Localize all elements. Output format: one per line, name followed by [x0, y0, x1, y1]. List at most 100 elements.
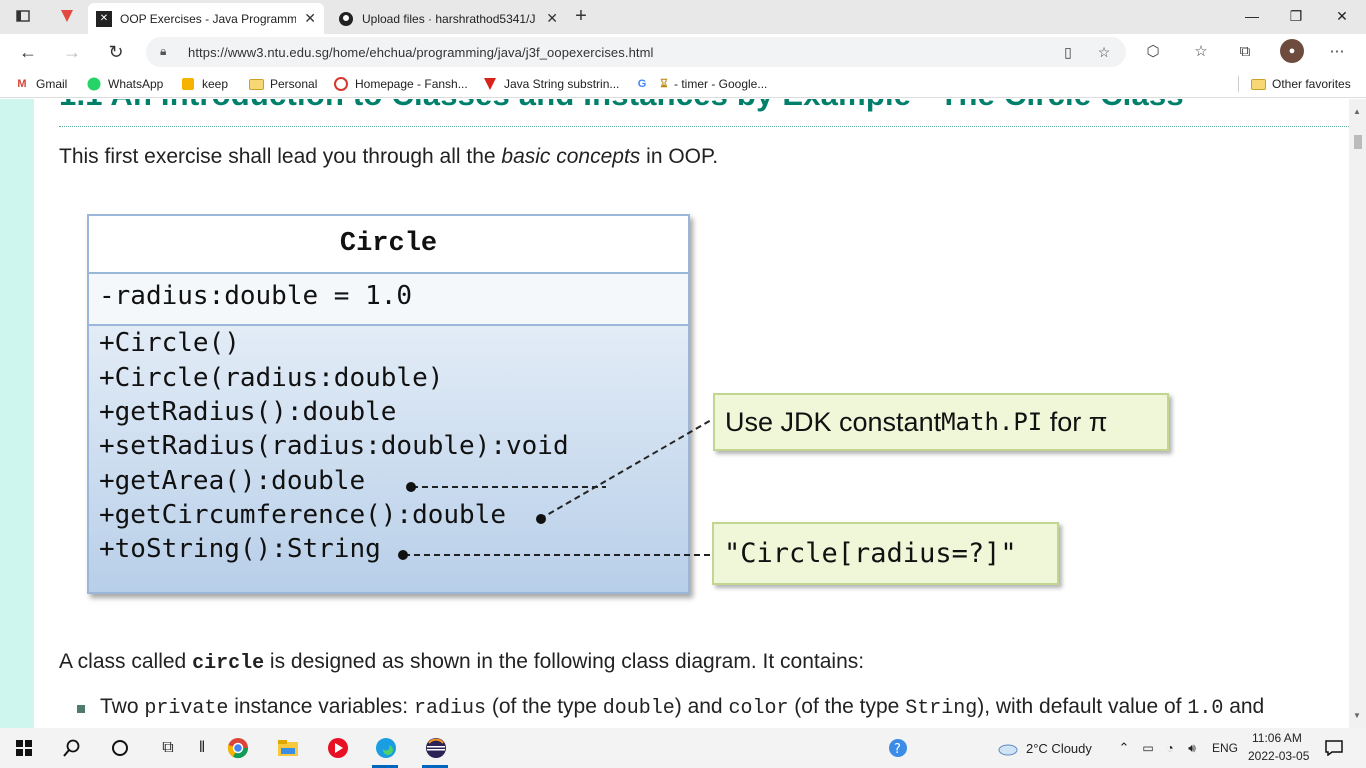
show-hidden-icons-icon[interactable]: ⌃ [1112, 736, 1136, 760]
bookmark-label: Personal [270, 77, 318, 91]
close-tab-icon[interactable]: ✕ [304, 10, 316, 27]
lock-icon[interactable]: 🔒︎ [160, 44, 166, 59]
back-icon[interactable]: ← [16, 40, 40, 64]
bookmarks-bar: M Gmail WhatsApp keep Personal Homepage … [0, 70, 1366, 98]
edge-icon[interactable] [374, 736, 398, 760]
file-explorer-icon[interactable] [276, 736, 300, 760]
note-text: Use JDK constant [725, 406, 942, 437]
windows-taskbar: ⧉ ‖ ? 2°C Cloudy ⌃ ▭ ◔ 🔊︎ ENG 11:06 AM 2… [0, 728, 1366, 768]
bookmark-label: WhatsApp [108, 77, 164, 91]
minimize-icon[interactable]: — [1242, 6, 1262, 26]
close-tab-icon[interactable]: ✕ [546, 10, 558, 27]
tab-strip: ✕ OOP Exercises - Java Programmi ✕ Uploa… [0, 0, 1366, 34]
para-text-end: is designed as shown in the following cl… [264, 650, 865, 673]
scroll-up-icon[interactable]: ▲ [1353, 107, 1361, 116]
address-bar[interactable]: 🔒︎ https://www3.ntu.edu.sg/home/ehchua/p… [146, 37, 1126, 67]
inline-code: circle [192, 652, 265, 675]
tab-oop-exercises[interactable]: ✕ OOP Exercises - Java Programmi ✕ [88, 3, 324, 34]
section-heading: 1.1 An Introduction to Classes and Insta… [59, 99, 1184, 113]
uml-class-diagram: Circle -radius:double = 1.0 +Circle() +C… [87, 214, 690, 594]
tab-actions-icon[interactable] [14, 7, 32, 25]
more-menu-icon[interactable]: ⋯ [1326, 40, 1348, 62]
scroll-down-icon[interactable]: ▼ [1353, 711, 1361, 720]
java-icon [482, 76, 498, 92]
intro-paragraph: This first exercise shall lead you throu… [59, 145, 718, 169]
inline-code: String [905, 697, 978, 720]
help-icon[interactable]: ? [886, 736, 910, 760]
restore-icon[interactable]: ❐ [1286, 6, 1306, 26]
clock-time[interactable]: 11:06 AM [1252, 731, 1302, 745]
folder-icon [248, 76, 264, 92]
scroll-thumb[interactable] [1354, 135, 1362, 149]
bookmark-gmail[interactable]: M Gmail [14, 76, 67, 92]
intro-text: This first exercise shall lead you throu… [59, 145, 502, 168]
refresh-icon[interactable]: ↻ [104, 40, 128, 64]
bullet-text: (of the type [788, 695, 906, 718]
gmail-icon: M [17, 78, 27, 90]
bookmarks-divider [1238, 76, 1239, 92]
new-tab-icon[interactable]: + [572, 5, 590, 27]
other-favorites[interactable]: Other favorites [1250, 76, 1351, 92]
note-code: Math.PI [941, 408, 1043, 436]
hourglass-icon: ⌛︎ [660, 77, 668, 90]
bookmark-whatsapp[interactable]: WhatsApp [86, 76, 163, 92]
uml-operation: +getArea():double [99, 466, 366, 496]
notifications-icon[interactable] [1322, 736, 1346, 760]
volume-icon[interactable]: 🔊︎ [1180, 736, 1204, 760]
bullet-text: and [1223, 695, 1265, 718]
bookmark-java-string[interactable]: Java String substrin... [482, 76, 619, 92]
clock-date[interactable]: 2022-03-05 [1248, 749, 1309, 763]
media-player-icon[interactable] [326, 736, 350, 760]
url-text[interactable]: https://www3.ntu.edu.sg/home/ehchua/prog… [188, 45, 654, 60]
uml-note-tostring: "Circle[radius=?]" [712, 522, 1059, 585]
github-icon [338, 11, 354, 27]
whatsapp-icon [86, 76, 102, 92]
tab-upload-files[interactable]: Upload files · harshrathod5341/J ✕ [330, 3, 566, 34]
uml-operation: +Circle() [99, 328, 240, 358]
cortana-icon[interactable] [108, 736, 132, 760]
bullet-text: ) and [674, 695, 729, 718]
profile-avatar[interactable]: ● [1280, 39, 1304, 63]
bookmark-timer[interactable]: G ⌛︎ - timer - Google... [634, 76, 768, 92]
add-favorite-icon[interactable]: ☆ [1094, 42, 1114, 62]
intro-text-end: in OOP. [640, 145, 719, 168]
inline-code: color [728, 697, 789, 720]
pinned-tab-icon[interactable] [58, 7, 76, 25]
bullet-text: ), with default value of [977, 695, 1188, 718]
collections-icon[interactable]: ⧉ [1234, 40, 1256, 62]
web-page: 1.1 An Introduction to Classes and Insta… [0, 99, 1366, 728]
folder-icon [1250, 76, 1266, 92]
extensions-icon[interactable]: ⬡ [1142, 40, 1164, 62]
note-text-end: for π [1042, 406, 1108, 437]
weather-cloudy-icon[interactable] [996, 736, 1020, 760]
uml-operation: +Circle(radius:double) [99, 363, 444, 393]
wifi-icon[interactable]: ◔ [1158, 736, 1182, 760]
other-favorites-label: Other favorites [1272, 77, 1351, 91]
bullet-marker [77, 705, 85, 713]
bullet-text: instance variables: [228, 695, 414, 718]
google-icon: G [637, 78, 647, 90]
keep-icon [180, 76, 196, 92]
language-indicator[interactable]: ENG [1212, 741, 1238, 755]
read-aloud-icon[interactable]: ▯ [1058, 42, 1078, 62]
battery-icon[interactable]: ▭ [1136, 736, 1160, 760]
chrome-icon[interactable] [226, 736, 250, 760]
windows-start-icon[interactable] [12, 736, 36, 760]
bookmark-personal[interactable]: Personal [248, 76, 317, 92]
task-view-icon[interactable]: ⧉ [156, 736, 180, 760]
tab-title: OOP Exercises - Java Programmi [120, 11, 297, 26]
favorites-icon[interactable]: ☆ [1190, 40, 1212, 62]
vertical-scrollbar[interactable]: ▲ ▼ [1349, 99, 1366, 728]
para-text: A class called [59, 650, 193, 673]
bookmark-label: keep [202, 77, 229, 91]
bookmark-homepage[interactable]: Homepage - Fansh... [333, 76, 468, 92]
bookmark-label: Homepage - Fansh... [355, 77, 468, 91]
uml-attribute: -radius:double = 1.0 [89, 274, 688, 326]
close-window-icon[interactable]: ✕ [1332, 6, 1352, 26]
bookmark-keep[interactable]: keep [180, 76, 228, 92]
uml-operation: +setRadius(radius:double):void [99, 431, 569, 461]
weather-text[interactable]: 2°C Cloudy [1026, 741, 1092, 756]
search-icon[interactable] [60, 736, 84, 760]
eclipse-icon[interactable] [424, 736, 448, 760]
forward-icon[interactable]: → [60, 40, 84, 64]
